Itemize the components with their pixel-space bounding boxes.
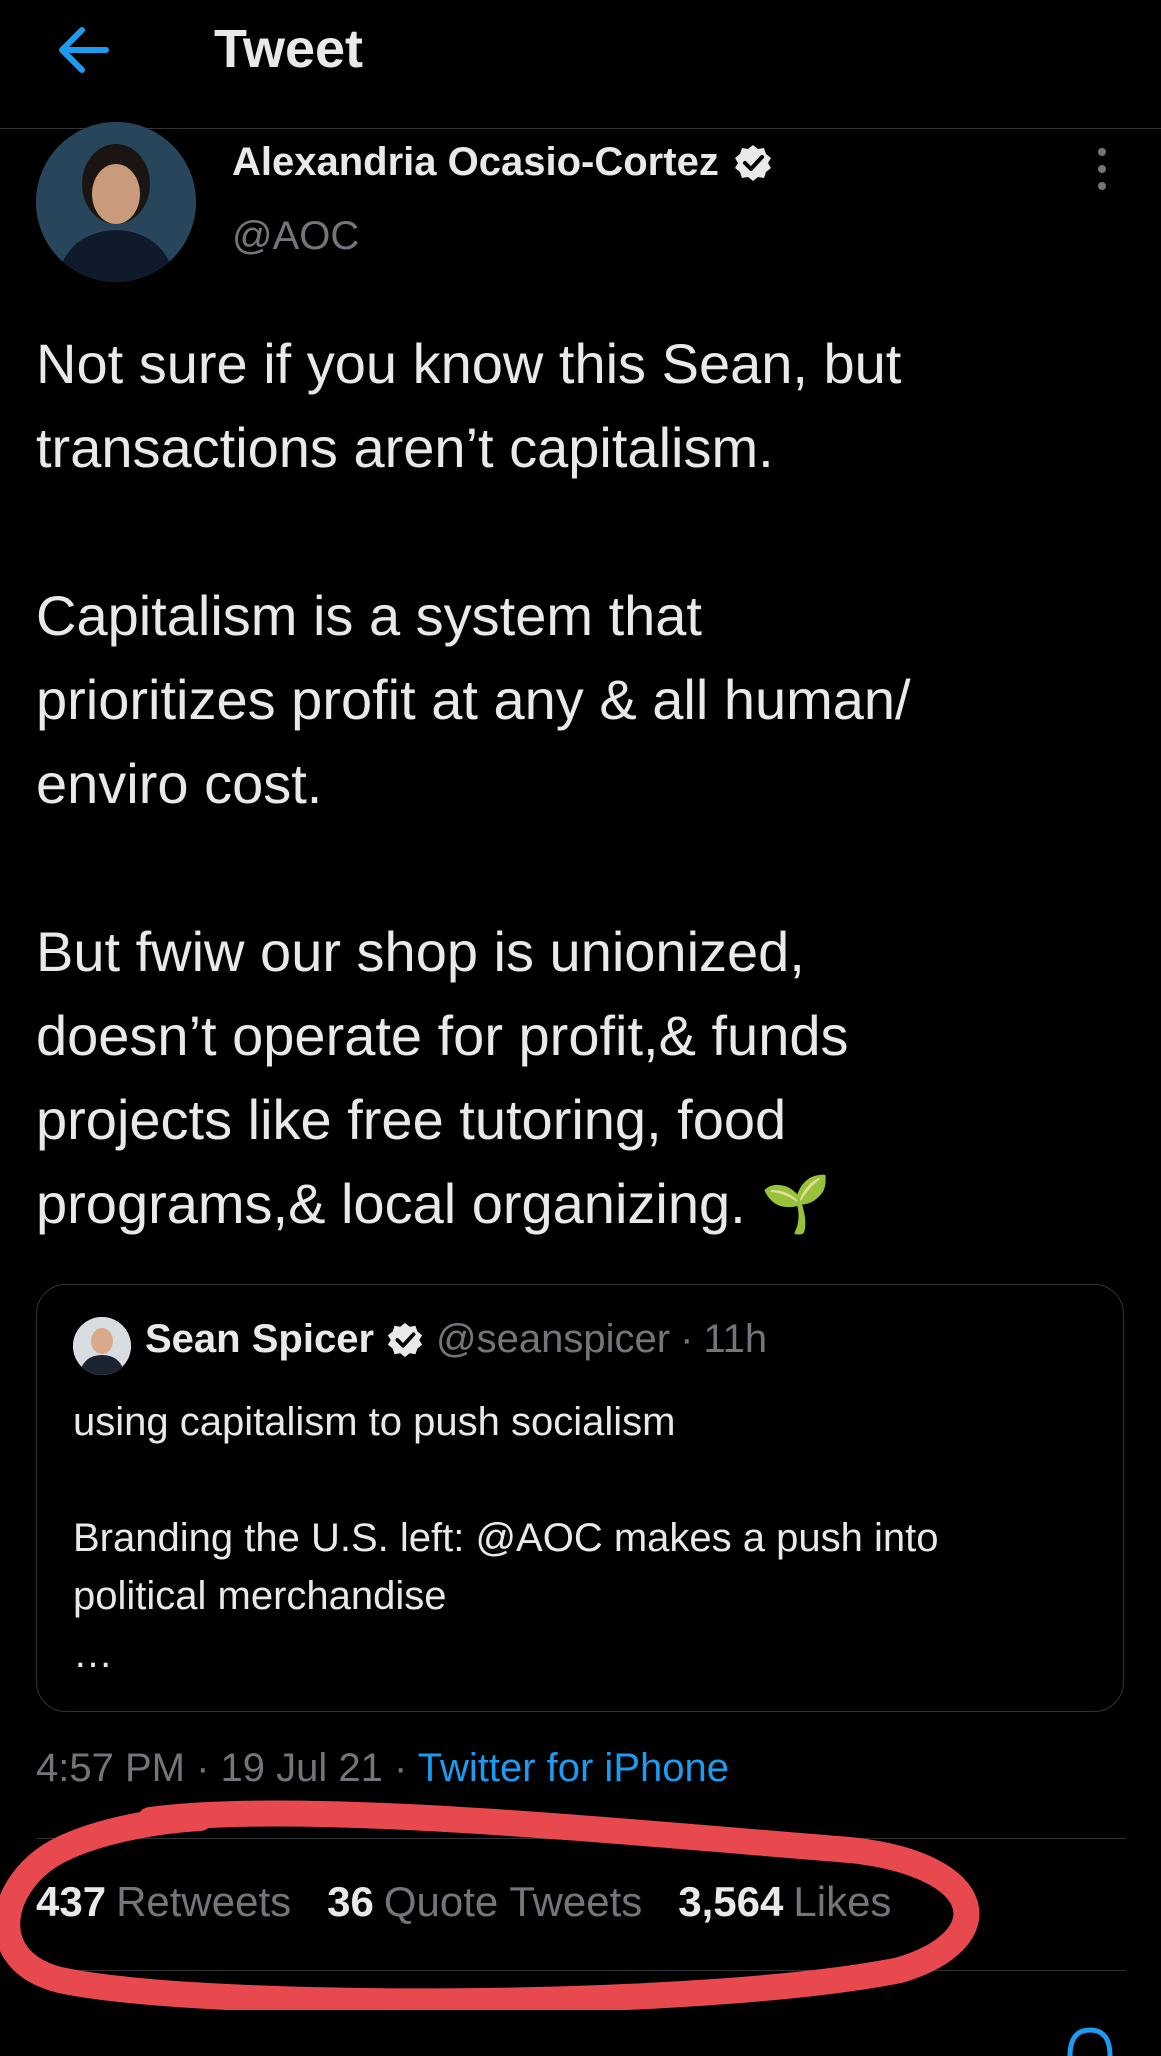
likes-count: 3,564 — [678, 1878, 784, 1925]
quoted-text: using capitalism to push socialism Brand… — [73, 1400, 939, 1676]
verified-badge-icon — [387, 1322, 423, 1357]
likes-stat[interactable]: 3,564 Likes — [678, 1878, 891, 1926]
page-title: Tweet — [214, 19, 364, 79]
quoted-author-avatar — [73, 1317, 131, 1375]
quote-tweets-label: Quote Tweets — [383, 1878, 643, 1925]
tweet-source-link[interactable]: Twitter for iPhone — [418, 1746, 729, 1790]
seedling-emoji: 🌱 — [761, 1172, 831, 1235]
quoted-author-name: Sean Spicer — [145, 1317, 375, 1361]
quote-tweets-stat[interactable]: 36 Quote Tweets — [327, 1878, 642, 1926]
divider — [36, 1838, 1126, 1839]
arrow-left-icon[interactable] — [54, 22, 114, 78]
share-icon[interactable] — [1060, 2026, 1120, 2056]
tweet-time: 4:57 PM — [36, 1746, 185, 1790]
tweet-date: 19 Jul 21 — [220, 1746, 383, 1790]
dot-separator: · — [196, 1746, 210, 1790]
quoted-tweet[interactable]: Sean Spicer @seanspicer · 11h using capi… — [36, 1284, 1124, 1712]
retweets-stat[interactable]: 437 Retweets — [36, 1878, 291, 1926]
quoted-timestamp: 11h — [703, 1317, 768, 1361]
author-handle[interactable]: @AOC — [232, 214, 359, 259]
dot-separator: · — [394, 1746, 408, 1790]
author-avatar[interactable] — [36, 122, 196, 282]
quote-tweets-count: 36 — [327, 1878, 374, 1925]
engagement-stats: 437 Retweets 36 Quote Tweets 3,564 Likes — [36, 1878, 927, 1926]
quoted-author-handle: @seanspicer — [436, 1317, 671, 1361]
quoted-header: Sean Spicer @seanspicer · 11h — [145, 1317, 767, 1362]
more-options-icon[interactable] — [1090, 146, 1114, 192]
divider — [36, 1970, 1126, 1971]
author-name[interactable]: Alexandria Ocasio-Cortez — [232, 140, 719, 185]
tweet-text: Not sure if you know this Sean, but tran… — [36, 322, 1126, 1246]
author-name-row: Alexandria Ocasio-Cortez — [232, 140, 773, 185]
verified-badge-icon — [734, 144, 771, 181]
tweet-meta: 4:57 PM · 19 Jul 21 · Twitter for iPhone — [36, 1746, 729, 1791]
retweets-count: 437 — [36, 1878, 107, 1925]
likes-label: Likes — [793, 1878, 892, 1925]
retweets-label: Retweets — [116, 1878, 292, 1925]
top-bar: Tweet — [0, 0, 1161, 129]
tweet-body: Not sure if you know this Sean, but tran… — [36, 332, 911, 1235]
dot-separator: · — [680, 1317, 694, 1361]
